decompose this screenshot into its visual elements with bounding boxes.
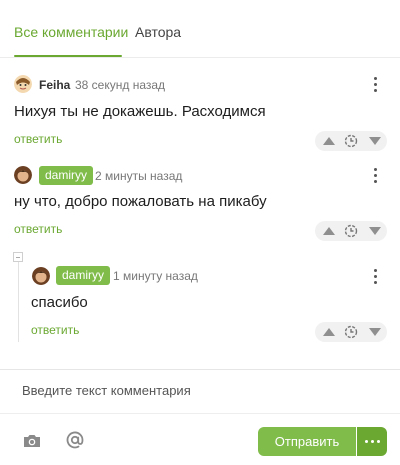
- arrow-up-icon[interactable]: [323, 227, 335, 235]
- avatar[interactable]: [32, 267, 50, 285]
- avatar[interactable]: [14, 166, 32, 184]
- collapse-thread-button[interactable]: [13, 252, 23, 262]
- avatar[interactable]: [14, 75, 32, 93]
- comment-text: ну что, добро пожаловать на пикабу: [14, 193, 267, 210]
- clock-icon[interactable]: [344, 224, 358, 238]
- comment-input[interactable]: Введите текст комментария: [0, 370, 400, 414]
- comment-time: 1 минуту назад: [113, 269, 198, 283]
- camera-icon[interactable]: [21, 430, 43, 452]
- vote-controls: [315, 221, 387, 241]
- vote-controls: [315, 322, 387, 342]
- tab-all-comments[interactable]: Все комментарии: [14, 24, 128, 40]
- comments-panel: Все комментарии Автора Feiha 38 секунд н…: [0, 0, 400, 369]
- comment-text: спасибо: [31, 294, 88, 311]
- at-sign-icon[interactable]: [64, 429, 86, 451]
- send-options-button[interactable]: [357, 427, 387, 456]
- comment-time: 38 секунд назад: [75, 78, 166, 92]
- reply-link[interactable]: ответить: [31, 323, 79, 337]
- arrow-down-icon[interactable]: [369, 328, 381, 336]
- comment-time: 2 минуты назад: [95, 169, 183, 183]
- active-tab-indicator: [14, 55, 122, 57]
- author-badge[interactable]: damiryy: [56, 266, 111, 285]
- clock-icon[interactable]: [344, 134, 358, 148]
- comment-composer: Введите текст комментария Отправить: [0, 369, 400, 465]
- author-badge[interactable]: damiryy: [39, 166, 94, 185]
- more-vertical-icon[interactable]: [368, 167, 382, 183]
- reply-link[interactable]: ответить: [14, 132, 62, 146]
- send-button[interactable]: Отправить: [258, 427, 356, 456]
- clock-icon[interactable]: [344, 325, 358, 339]
- arrow-up-icon[interactable]: [323, 137, 335, 145]
- more-vertical-icon[interactable]: [368, 76, 382, 92]
- reply-link[interactable]: ответить: [14, 222, 62, 236]
- comment-author[interactable]: Feiha: [39, 78, 70, 92]
- vote-controls: [315, 131, 387, 151]
- comment-text: Нихуя ты не докажешь. Расходимся: [14, 103, 266, 120]
- thread-line[interactable]: [18, 262, 19, 342]
- tab-author[interactable]: Автора: [135, 24, 181, 40]
- comment-input-placeholder: Введите текст комментария: [22, 383, 191, 398]
- arrow-down-icon[interactable]: [369, 137, 381, 145]
- more-vertical-icon[interactable]: [368, 268, 382, 284]
- arrow-down-icon[interactable]: [369, 227, 381, 235]
- comment-tabs: Все комментарии Автора: [0, 0, 400, 58]
- arrow-up-icon[interactable]: [323, 328, 335, 336]
